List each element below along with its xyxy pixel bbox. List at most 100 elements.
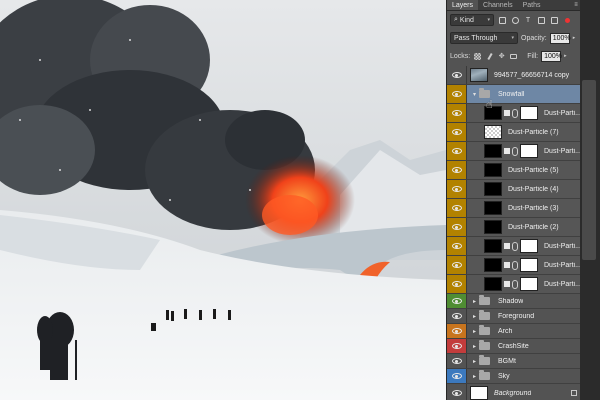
visibility-toggle[interactable]	[447, 294, 467, 308]
layer-row[interactable]: Dust-Particle (7)	[447, 123, 583, 142]
visibility-toggle[interactable]	[447, 104, 467, 122]
visibility-toggle[interactable]	[447, 354, 467, 368]
visibility-toggle[interactable]	[447, 256, 467, 274]
layer-row[interactable]: ▸ Shadow	[447, 294, 583, 309]
eye-icon	[451, 328, 462, 334]
layer-row[interactable]: Dust-Particle (2)	[447, 218, 583, 237]
expand-arrow-closed-icon[interactable]: ▸	[470, 328, 479, 335]
filter-toggle-icon[interactable]	[562, 15, 572, 25]
scene-artwork	[0, 0, 446, 400]
visibility-toggle[interactable]	[447, 85, 467, 103]
tab-channels[interactable]: Channels	[478, 0, 518, 10]
fill-field[interactable]: 100%	[541, 50, 562, 62]
eye-icon	[451, 313, 462, 319]
visibility-toggle[interactable]	[447, 180, 467, 198]
layer-row[interactable]: 994577_66656714 copy	[447, 66, 583, 85]
folder-icon	[479, 295, 490, 305]
layer-name: Dust-Particle (5)	[508, 166, 559, 174]
fill-slider-toggle-icon[interactable]: ▸	[564, 53, 567, 59]
blend-row: Pass Through ▾ Opacity: 100% ▸	[447, 30, 583, 46]
link-icon[interactable]	[512, 279, 518, 289]
filter-kind-select[interactable]: ⌕ Kind ▾	[450, 14, 494, 26]
link-icon[interactable]	[512, 260, 518, 270]
lock-transparency-icon[interactable]	[473, 52, 482, 61]
visibility-toggle[interactable]	[447, 218, 467, 236]
visibility-toggle[interactable]	[447, 369, 467, 383]
layer-row[interactable]: Dust-Parti...	[447, 142, 583, 161]
layer-row[interactable]: Dust-Particle (3)	[447, 199, 583, 218]
layer-row[interactable]: ▸ Foreground	[447, 309, 583, 324]
link-icon[interactable]	[512, 241, 518, 251]
layer-thumbnail	[484, 239, 502, 253]
shape-filter-icon[interactable]	[536, 15, 546, 25]
layer-name: Dust-Particle (7)	[508, 128, 559, 136]
folder-icon	[479, 88, 490, 98]
link-icon[interactable]	[512, 108, 518, 118]
layer-row[interactable]: Background	[447, 384, 583, 400]
eye-icon	[451, 298, 462, 304]
tab-paths[interactable]: Paths	[518, 0, 546, 10]
visibility-toggle[interactable]	[447, 384, 467, 400]
layer-row[interactable]: ▸ BGMt	[447, 354, 583, 369]
type-filter-icon[interactable]: T	[523, 15, 533, 25]
layer-row[interactable]: Dust-Particle (4)	[447, 180, 583, 199]
smart-object-filter-icon[interactable]	[549, 15, 559, 25]
document-canvas[interactable]	[0, 0, 446, 400]
folder-icon	[479, 340, 490, 350]
layer-filter-row: ⌕ Kind ▾ T	[447, 12, 583, 28]
visibility-toggle[interactable]	[447, 237, 467, 255]
layer-mask-thumbnail[interactable]	[520, 258, 538, 272]
opacity-slider-toggle-icon[interactable]: ▸	[573, 35, 576, 41]
expand-arrow-closed-icon[interactable]: ▸	[470, 298, 479, 305]
eye-icon	[451, 224, 462, 230]
visibility-toggle[interactable]	[447, 275, 467, 293]
lock-icon	[571, 390, 577, 396]
tab-layers[interactable]: Layers	[447, 0, 479, 10]
eye-icon	[451, 373, 462, 379]
layer-mask-thumbnail[interactable]	[520, 239, 538, 253]
visibility-toggle[interactable]	[447, 324, 467, 338]
layer-thumbnail	[484, 125, 502, 139]
visibility-toggle[interactable]	[447, 161, 467, 179]
expand-arrow-closed-icon[interactable]: ▸	[470, 373, 479, 380]
visibility-toggle[interactable]	[447, 142, 467, 160]
visibility-toggle[interactable]	[447, 199, 467, 217]
layer-row[interactable]: ▸ CrashSite	[447, 339, 583, 354]
expand-arrow-closed-icon[interactable]: ▸	[470, 343, 479, 350]
opacity-field[interactable]: 100%	[549, 32, 571, 44]
visibility-toggle[interactable]	[447, 66, 467, 84]
lock-all-icon[interactable]	[509, 52, 518, 61]
layer-mask-thumbnail[interactable]	[520, 277, 538, 291]
layer-row[interactable]: ▸ Arch	[447, 324, 583, 339]
layer-row[interactable]: ▸ Sky	[447, 369, 583, 384]
adjustment-filter-icon[interactable]	[510, 15, 520, 25]
expand-arrow-open-icon[interactable]: ▾	[470, 91, 479, 98]
layer-row[interactable]: Dust-Parti...	[447, 104, 583, 123]
layer-name: Sky	[498, 372, 510, 380]
visibility-toggle[interactable]	[447, 309, 467, 323]
image-filter-icon[interactable]	[497, 15, 507, 25]
layer-row[interactable]: Dust-Parti...	[447, 275, 583, 294]
chevron-down-icon: ▾	[487, 17, 490, 23]
lock-pixels-icon[interactable]	[485, 52, 494, 61]
eye-icon	[451, 148, 462, 154]
eye-icon	[451, 91, 462, 97]
layer-mask-thumbnail[interactable]	[520, 144, 538, 158]
layer-mask-thumbnail[interactable]	[520, 106, 538, 120]
eye-icon	[451, 243, 462, 249]
layer-row[interactable]: Dust-Parti...	[447, 256, 583, 275]
expand-arrow-closed-icon[interactable]: ▸	[470, 313, 479, 320]
expand-arrow-closed-icon[interactable]: ▸	[470, 358, 479, 365]
panel-scrollbar[interactable]	[582, 80, 596, 260]
layer-thumbnail	[484, 277, 502, 291]
folder-icon	[479, 310, 490, 320]
layer-row[interactable]: Dust-Particle (5)	[447, 161, 583, 180]
layer-row[interactable]: Dust-Parti...	[447, 237, 583, 256]
visibility-toggle[interactable]	[447, 339, 467, 353]
layer-name: Dust-Particle (4)	[508, 185, 559, 193]
visibility-toggle[interactable]	[447, 123, 467, 141]
layer-row[interactable]: ▾ Snowfall	[447, 85, 583, 104]
link-icon[interactable]	[512, 146, 518, 156]
lock-position-icon[interactable]: ✥	[497, 52, 506, 61]
blend-mode-select[interactable]: Pass Through ▾	[450, 32, 518, 44]
